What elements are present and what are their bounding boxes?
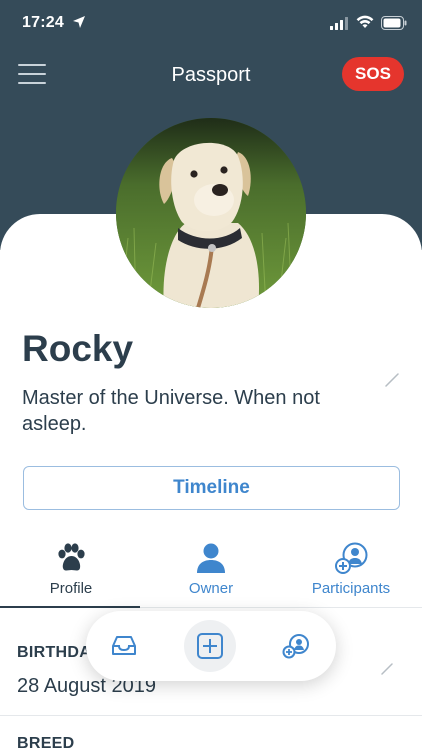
add-person-icon: [335, 542, 368, 574]
edit-pencil-icon[interactable]: [384, 372, 400, 388]
floating-action-bar: [86, 611, 336, 681]
pet-bio: Master of the Universe. When not asleep.: [22, 387, 320, 435]
inbox-button[interactable]: [102, 624, 146, 668]
location-arrow-icon: [73, 16, 85, 28]
tab-participants-label: Participants: [311, 580, 391, 597]
add-participant-icon: [282, 634, 309, 659]
paw-icon: [58, 543, 85, 571]
dog-photo: [116, 118, 306, 308]
add-participant-button[interactable]: [274, 624, 318, 668]
sos-button[interactable]: SOS: [342, 57, 404, 91]
edit-birthday-pencil-icon[interactable]: [380, 662, 394, 676]
wifi-icon: [356, 15, 374, 28]
pet-name: Rocky: [22, 328, 134, 369]
status-time: 17:24: [22, 14, 64, 31]
tab-profile-label: Profile: [49, 580, 93, 597]
add-button[interactable]: [184, 620, 236, 672]
status-bar: 17:24: [0, 0, 422, 48]
cellular-signal-icon: [330, 17, 348, 30]
navigation-bar: Passport SOS: [0, 52, 422, 98]
pet-avatar[interactable]: [116, 118, 306, 308]
battery-icon: [381, 16, 407, 30]
tab-divider: [140, 607, 422, 608]
active-tab-indicator: [0, 606, 140, 608]
add-square-icon: [197, 633, 223, 659]
inbox-icon: [112, 636, 136, 655]
tab-owner[interactable]: Owner: [146, 540, 276, 602]
timeline-button[interactable]: Timeline: [23, 466, 400, 510]
tab-participants[interactable]: Participants: [286, 540, 416, 602]
row-divider: [0, 715, 422, 716]
breed-row: BREED: [0, 735, 422, 750]
breed-label: BREED: [17, 735, 75, 750]
person-icon: [197, 543, 225, 573]
tab-profile[interactable]: Profile: [6, 540, 136, 602]
tab-owner-label: Owner: [188, 580, 234, 597]
